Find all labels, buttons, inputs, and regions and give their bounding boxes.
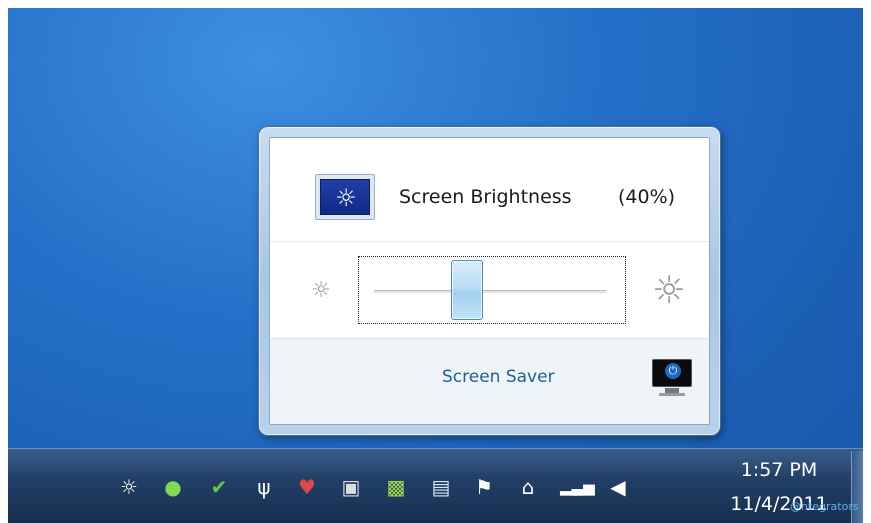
brightness-header: ☼ Screen Brightness (40%) — [270, 138, 709, 242]
brightness-monitor-icon: ☼ — [315, 174, 375, 220]
brightness-percent: (40%) — [618, 186, 676, 208]
gmail-icon[interactable]: ♥ — [293, 473, 321, 501]
green-app-icon[interactable]: ▩ — [382, 473, 410, 501]
monitor-power-icon[interactable]: ⏻ — [650, 355, 694, 399]
clock-time[interactable]: 1:57 PM — [724, 459, 834, 481]
slider-thumb[interactable] — [451, 260, 483, 320]
brightness-flyout: ☼ Screen Brightness (40%) ☼ ☼ Screen Sav… — [258, 126, 721, 436]
flyout-footer: Screen Saver ⏻ — [270, 338, 709, 424]
slider-track[interactable] — [374, 290, 606, 294]
signal-bars-icon[interactable]: ▂▃▅ — [560, 473, 595, 501]
power-plug-icon[interactable]: ⌂ — [514, 473, 542, 501]
sun-large-icon: ☼ — [651, 268, 687, 312]
brightness-icon[interactable]: ☼ — [115, 473, 143, 501]
brightness-title: Screen Brightness — [399, 186, 572, 208]
brightness-slider[interactable] — [358, 256, 626, 324]
network-icon[interactable]: ▤ — [427, 473, 455, 501]
flag-icon[interactable]: ⚑ — [470, 473, 498, 501]
green-check-icon[interactable]: ✔ — [205, 473, 233, 501]
wireless-icon[interactable]: ψ — [250, 473, 278, 501]
brightness-slider-row: ☼ ☼ — [270, 242, 709, 338]
screen-saver-link[interactable]: Screen Saver — [442, 367, 555, 387]
flyout-content: ☼ Screen Brightness (40%) ☼ ☼ Screen Sav… — [269, 137, 710, 425]
watermark: @ntegrators — [790, 500, 859, 513]
green-shield-icon[interactable]: ● — [159, 473, 187, 501]
volume-icon[interactable]: ◀ — [604, 473, 632, 501]
taskbar: ☼ ● ✔ ψ ♥ ▣ ▩ ▤ ⚑ ⌂ ▂▃▅ ◀ 1:57 PM 11/4/2… — [8, 448, 863, 523]
sun-small-icon: ☼ — [311, 278, 331, 303]
camera-icon[interactable]: ▣ — [337, 473, 365, 501]
